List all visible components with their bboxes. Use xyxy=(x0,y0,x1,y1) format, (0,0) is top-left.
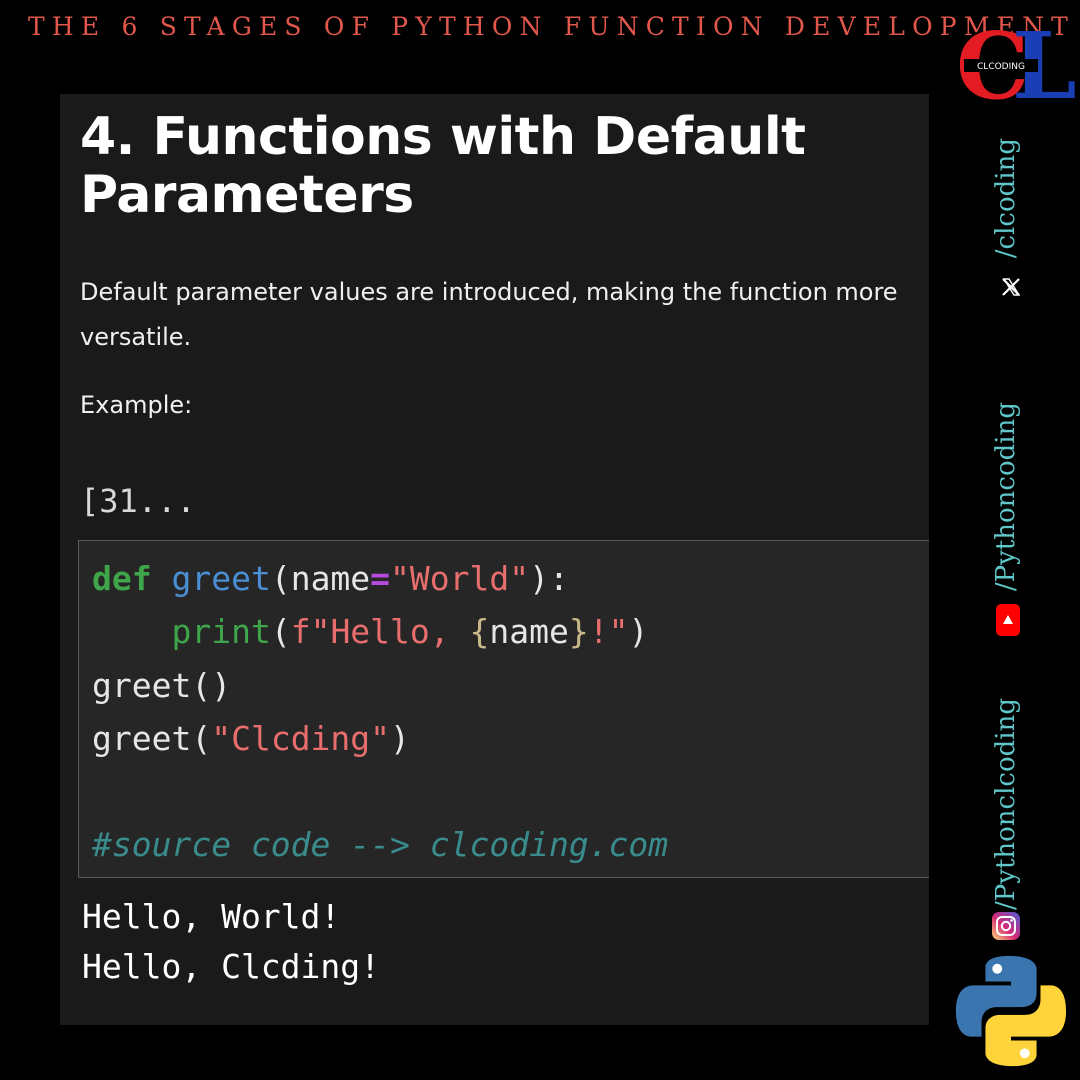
x-handle-text[interactable]: /clcoding xyxy=(991,138,1021,258)
code-close-paren: ) xyxy=(628,612,649,652)
youtube-icon[interactable] xyxy=(996,604,1020,636)
code-fstring-end: !" xyxy=(588,612,629,652)
code-paren-param: (name xyxy=(270,559,371,598)
code-line-greet-call: greet() xyxy=(92,665,232,705)
code-builtin-print: print xyxy=(171,612,271,652)
code-greet-close: ) xyxy=(390,718,410,758)
code-greet-open: greet( xyxy=(92,718,212,758)
cell-output: Hello, World! Hello, Clcding! xyxy=(82,892,380,992)
code-operator-equals: = xyxy=(370,559,391,598)
code-brace-open: { xyxy=(469,612,490,652)
cell-execution-prompt: [31... xyxy=(80,482,196,520)
code-block: def greet(name="World"): print(f"Hello, … xyxy=(92,552,668,872)
banner-title: THE 6 STAGES OF PYTHON FUNCTION DEVELOPM… xyxy=(28,12,1076,41)
code-string-world: "World" xyxy=(390,559,530,598)
code-comment: #source code --> clcoding.com xyxy=(92,825,669,865)
youtube-handle-text[interactable]: /Pythoncoding xyxy=(991,402,1021,591)
code-var-name: name xyxy=(489,612,569,652)
output-line-2: Hello, Clcding! xyxy=(82,947,381,986)
code-brace-close: } xyxy=(568,612,589,652)
code-open-paren: ( xyxy=(270,612,291,652)
instagram-icon[interactable] xyxy=(992,912,1020,940)
code-close-colon: ): xyxy=(529,559,569,598)
code-string-clcding: "Clcding" xyxy=(211,718,391,758)
code-fstring-start: f"Hello, xyxy=(290,612,470,652)
page-title: 4. Functions with Default Parameters xyxy=(80,107,806,225)
description-text: Default parameter values are introduced,… xyxy=(80,278,898,351)
x-icon[interactable] xyxy=(1000,276,1022,298)
logo-sub-text: CLCODING xyxy=(977,62,1025,72)
code-function-name: greet xyxy=(171,559,271,598)
clcoding-logo-icon: C L CLCODING xyxy=(956,22,1076,102)
example-label: Example: xyxy=(80,391,193,419)
instagram-handle-text[interactable]: /Pythonclcoding xyxy=(991,698,1021,910)
code-keyword-def: def xyxy=(92,559,152,598)
output-line-1: Hello, World! xyxy=(82,897,341,936)
python-logo-icon xyxy=(955,955,1067,1067)
